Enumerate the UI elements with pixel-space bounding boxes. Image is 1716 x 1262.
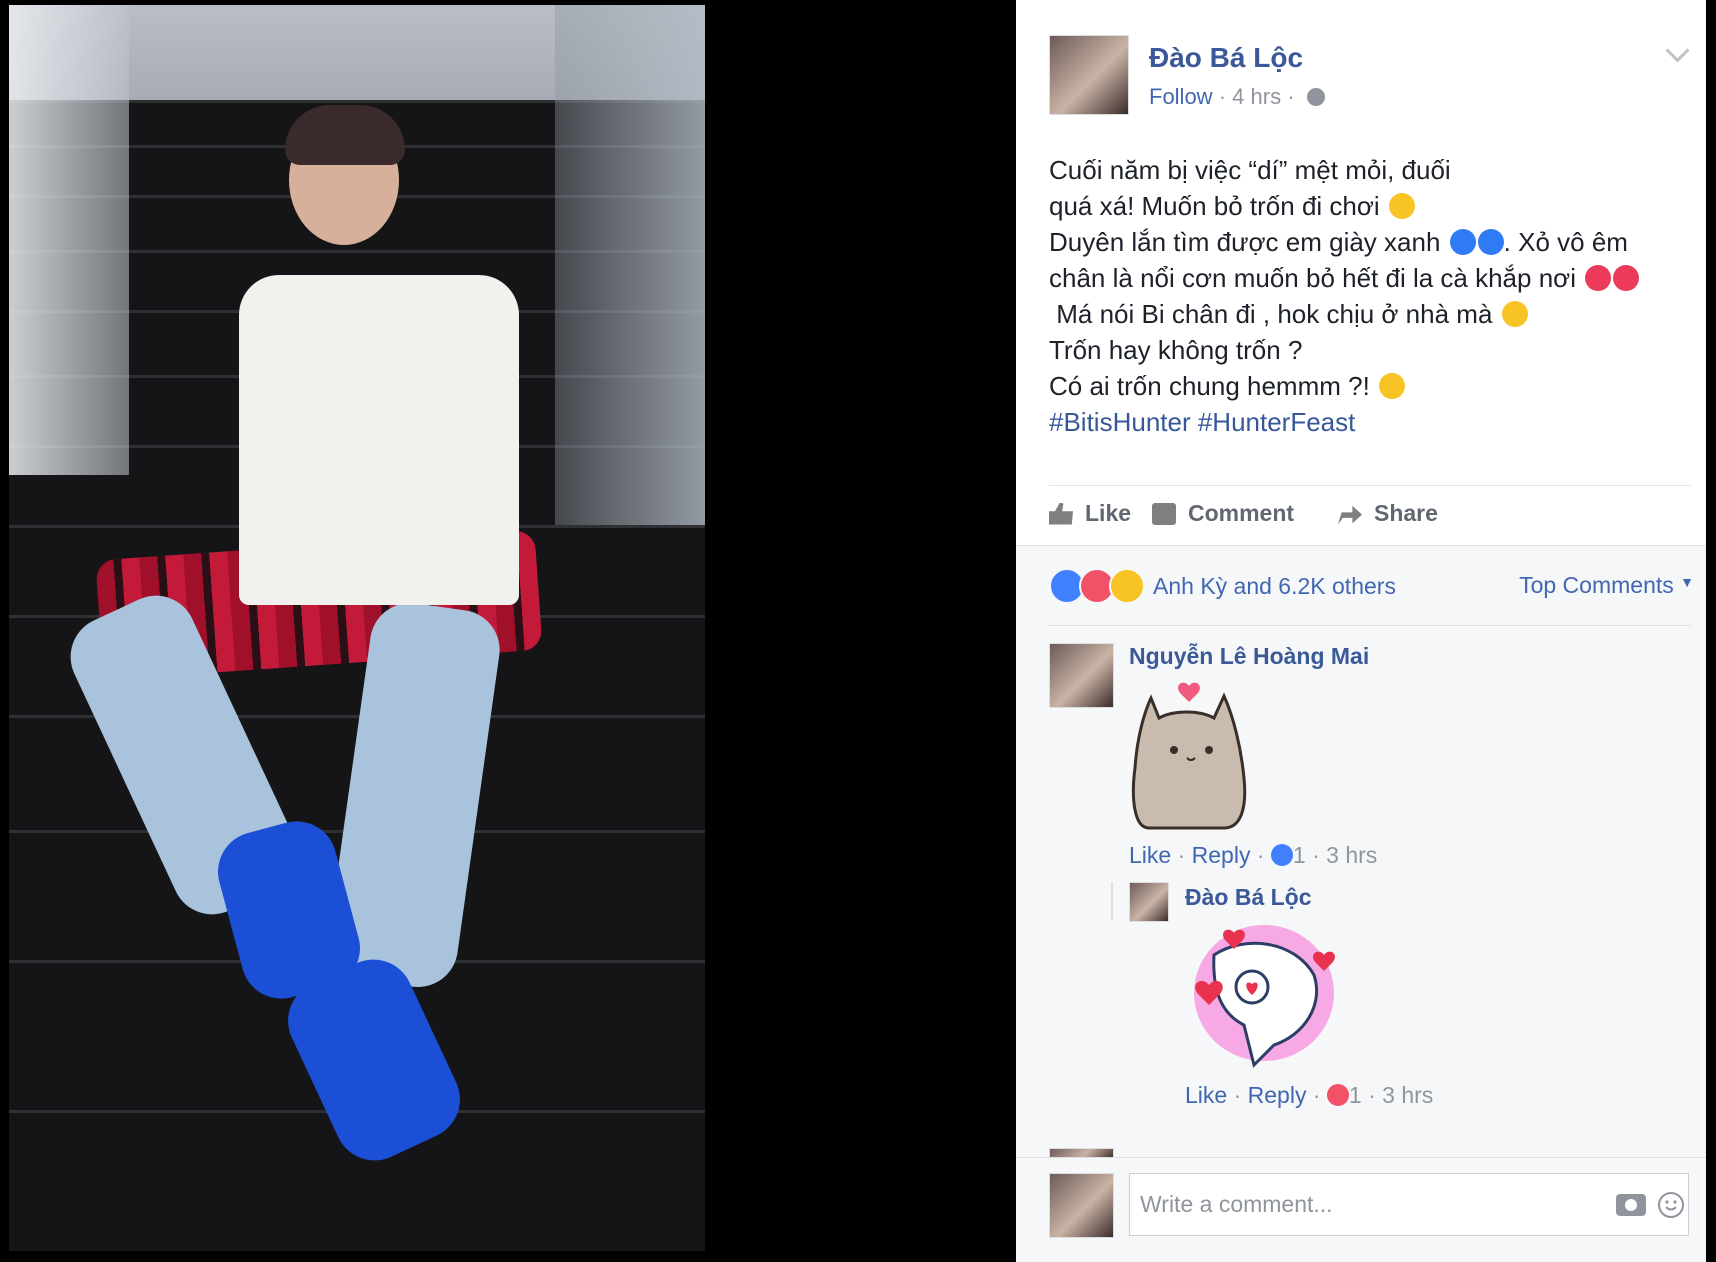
separator-dot: · (1361, 1082, 1383, 1108)
comment-like-link[interactable]: Like (1129, 842, 1171, 868)
like-button[interactable]: Like (1049, 500, 1131, 527)
share-label: Share (1374, 500, 1438, 526)
sort-label: Top Comments (1519, 572, 1674, 598)
separator-dot: · (1227, 1082, 1248, 1108)
unicorn-sticker (1184, 915, 1344, 1075)
post-line: Có ai trốn chung hemmm ?! (1049, 368, 1689, 404)
comment-button[interactable]: Comment (1152, 500, 1294, 527)
separator-dot: · (1305, 842, 1327, 868)
blue-heart-emoji-icon (1477, 229, 1504, 255)
camera-icon[interactable] (1616, 1194, 1646, 1216)
post-line: chân là nổi cơn muốn bỏ hết đi la cà khắ… (1049, 260, 1689, 296)
top-comments-dropdown[interactable]: Top Comments ▼ (1519, 572, 1694, 599)
tongue-wink-emoji-icon (1379, 373, 1406, 399)
reaction-count[interactable]: 1 (1349, 1082, 1362, 1108)
divider (1016, 545, 1706, 546)
post-text: Cuối năm bị việc “dí” mệt mỏi, đuối quá … (1049, 152, 1689, 440)
photo-shirt (239, 275, 519, 605)
hashtags[interactable]: #BitisHunter #HunterFeast (1049, 404, 1689, 440)
separator-dot: · (1218, 84, 1233, 109)
like-reaction-icon (1270, 844, 1293, 866)
red-heart-emoji-icon (1613, 265, 1640, 291)
caret-down-icon: ▼ (1680, 574, 1694, 590)
reply-author-name[interactable]: Đào Bá Lộc (1185, 884, 1312, 911)
post-time[interactable]: 4 hrs (1232, 84, 1281, 109)
post-line: quá xá! Muốn bỏ trốn đi chơi (1049, 188, 1689, 224)
author-avatar[interactable] (1049, 35, 1129, 115)
laughing-emoji-icon (1388, 193, 1415, 219)
photo-glass-rail (9, 5, 129, 475)
commenter-name[interactable]: Nguyễn Lê Hoàng Mai (1129, 643, 1369, 670)
separator-dot: · (1171, 842, 1192, 868)
post-line: Duyên lắn tìm được em giày xanh . Xỏ vô … (1049, 227, 1628, 257)
post-photo[interactable] (9, 5, 705, 1251)
follow-link[interactable]: Follow (1149, 84, 1213, 109)
share-button[interactable]: Share (1338, 500, 1438, 527)
share-icon (1338, 505, 1362, 525)
comment-reply-link[interactable]: Reply (1192, 842, 1251, 868)
comment-meta: Like · Reply · 1 · 3 hrs (1129, 842, 1377, 869)
reply-meta: Like · Reply · 1 · 3 hrs (1185, 1082, 1433, 1109)
pusheen-sticker (1129, 678, 1259, 838)
globe-icon (1306, 88, 1325, 106)
like-label: Like (1085, 500, 1132, 526)
separator-dot: · (1250, 842, 1271, 868)
author-name[interactable]: Đào Bá Lộc (1149, 42, 1303, 74)
tongue-wink-emoji-icon (1501, 301, 1528, 327)
viewer-avatar (1049, 1173, 1114, 1238)
post-line: Trốn hay không trốn ? (1049, 335, 1303, 365)
smile-icon[interactable] (1658, 1192, 1684, 1218)
red-heart-emoji-icon (1585, 265, 1612, 291)
divider (1049, 625, 1691, 626)
comment-time[interactable]: 3 hrs (1326, 842, 1377, 868)
reply-reply-link[interactable]: Reply (1248, 1082, 1307, 1108)
comment-icon (1152, 502, 1176, 525)
photo-hair (285, 105, 405, 165)
commenter-avatar[interactable] (1049, 643, 1114, 708)
reply-thread-line (1111, 882, 1113, 920)
reaction-count[interactable]: 1 (1293, 842, 1306, 868)
love-reaction-icon (1326, 1084, 1349, 1106)
photo-glass-rail (555, 5, 705, 525)
reply-time[interactable]: 3 hrs (1382, 1082, 1433, 1108)
divider (1049, 485, 1691, 486)
reactions-text: Anh Kỳ and 6.2K others (1153, 572, 1396, 599)
blue-heart-emoji-icon (1449, 229, 1476, 255)
comment-label: Comment (1188, 500, 1295, 526)
comment-input[interactable] (1129, 1173, 1689, 1236)
reply-avatar[interactable] (1129, 882, 1169, 922)
separator-dot: · (1306, 1082, 1327, 1108)
haha-reaction-icon (1109, 568, 1145, 604)
like-icon (1049, 502, 1073, 525)
reactions-summary[interactable]: Anh Kỳ and 6.2K others (1049, 568, 1396, 604)
separator-dot: · (1287, 84, 1301, 109)
post-line: Cuối năm bị việc “dí” mệt mỏi, đuối (1049, 155, 1451, 185)
post-line: Má nói Bi chân đi , hok chịu ở nhà mà (1049, 296, 1689, 332)
reply-like-link[interactable]: Like (1185, 1082, 1227, 1108)
chevron-down-icon[interactable] (1665, 38, 1690, 63)
post-meta-row: Follow · 4 hrs · (1149, 84, 1325, 110)
post-detail-panel: Đào Bá Lộc Follow · 4 hrs · Cuối năm bị … (1016, 0, 1706, 1262)
